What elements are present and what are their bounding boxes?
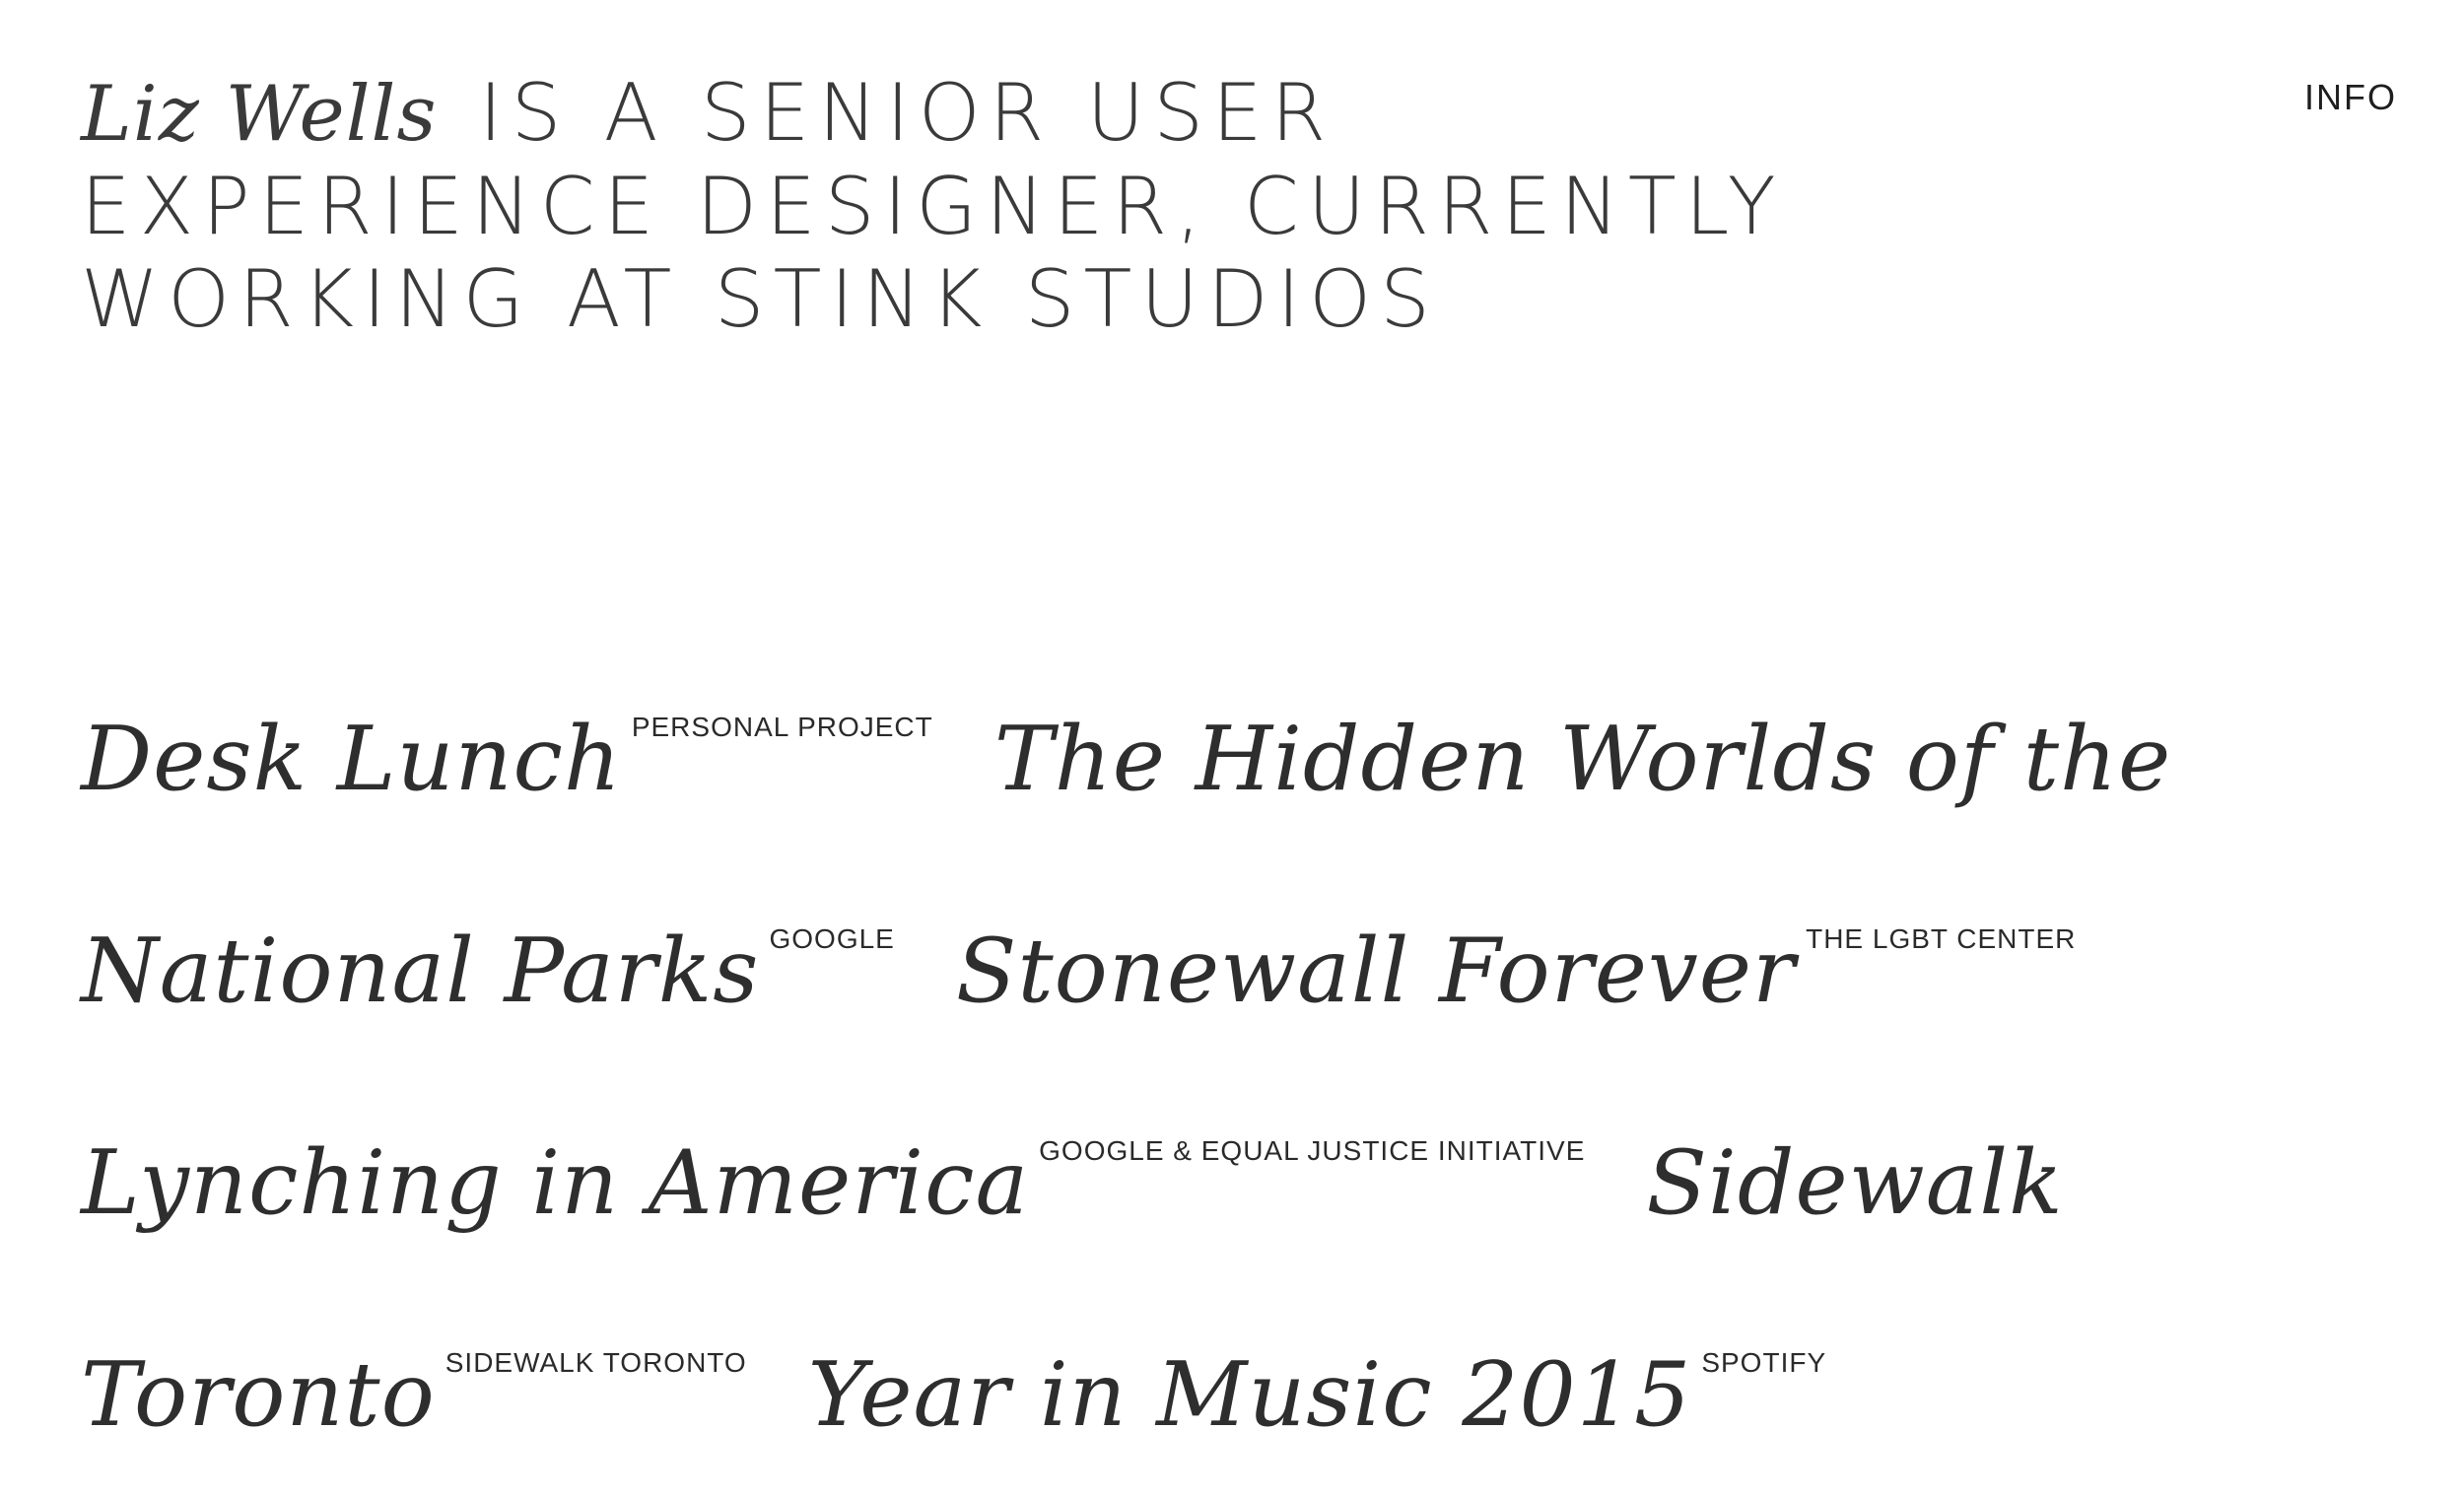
project-client: GOOGLE & EQUAL JUSTICE INITIATIVE (1039, 1135, 1586, 1166)
info-link[interactable]: INFO (2304, 77, 2397, 118)
project-title[interactable]: Year in Music 2015 (808, 1343, 1692, 1447)
designer-name: Liz Wells (81, 70, 438, 159)
project-client: SIDEWALK TORONTO (445, 1347, 747, 1378)
project-title[interactable]: Lynching in America (81, 1131, 1029, 1235)
project-client: SPOTIFY (1701, 1347, 1827, 1378)
project-item-lynching-in-america[interactable]: Lynching in America GOOGLE & EQUAL JUSTIC… (81, 1131, 1642, 1235)
intro-statement: Liz Wells IS A SENIOR USER EXPERIENCE DE… (81, 67, 1815, 346)
project-client: PERSONAL PROJECT (631, 712, 933, 742)
project-title[interactable]: Stonewall Forever (956, 919, 1796, 1023)
project-item-year-in-music[interactable]: Year in Music 2015 SPOTIFY (808, 1343, 1883, 1447)
project-client: THE LGBT CENTER (1806, 923, 2077, 954)
project-item-desk-lunch[interactable]: Desk Lunch PERSONAL PROJECT (81, 708, 991, 811)
project-item-stonewall-forever[interactable]: Stonewall Forever THE LGBT CENTER (956, 919, 2134, 1023)
project-list: Desk Lunch PERSONAL PROJECT The Hidden Wo… (81, 650, 2387, 1498)
project-client: GOOGLE (769, 923, 895, 954)
project-title[interactable]: Desk Lunch (81, 708, 622, 811)
